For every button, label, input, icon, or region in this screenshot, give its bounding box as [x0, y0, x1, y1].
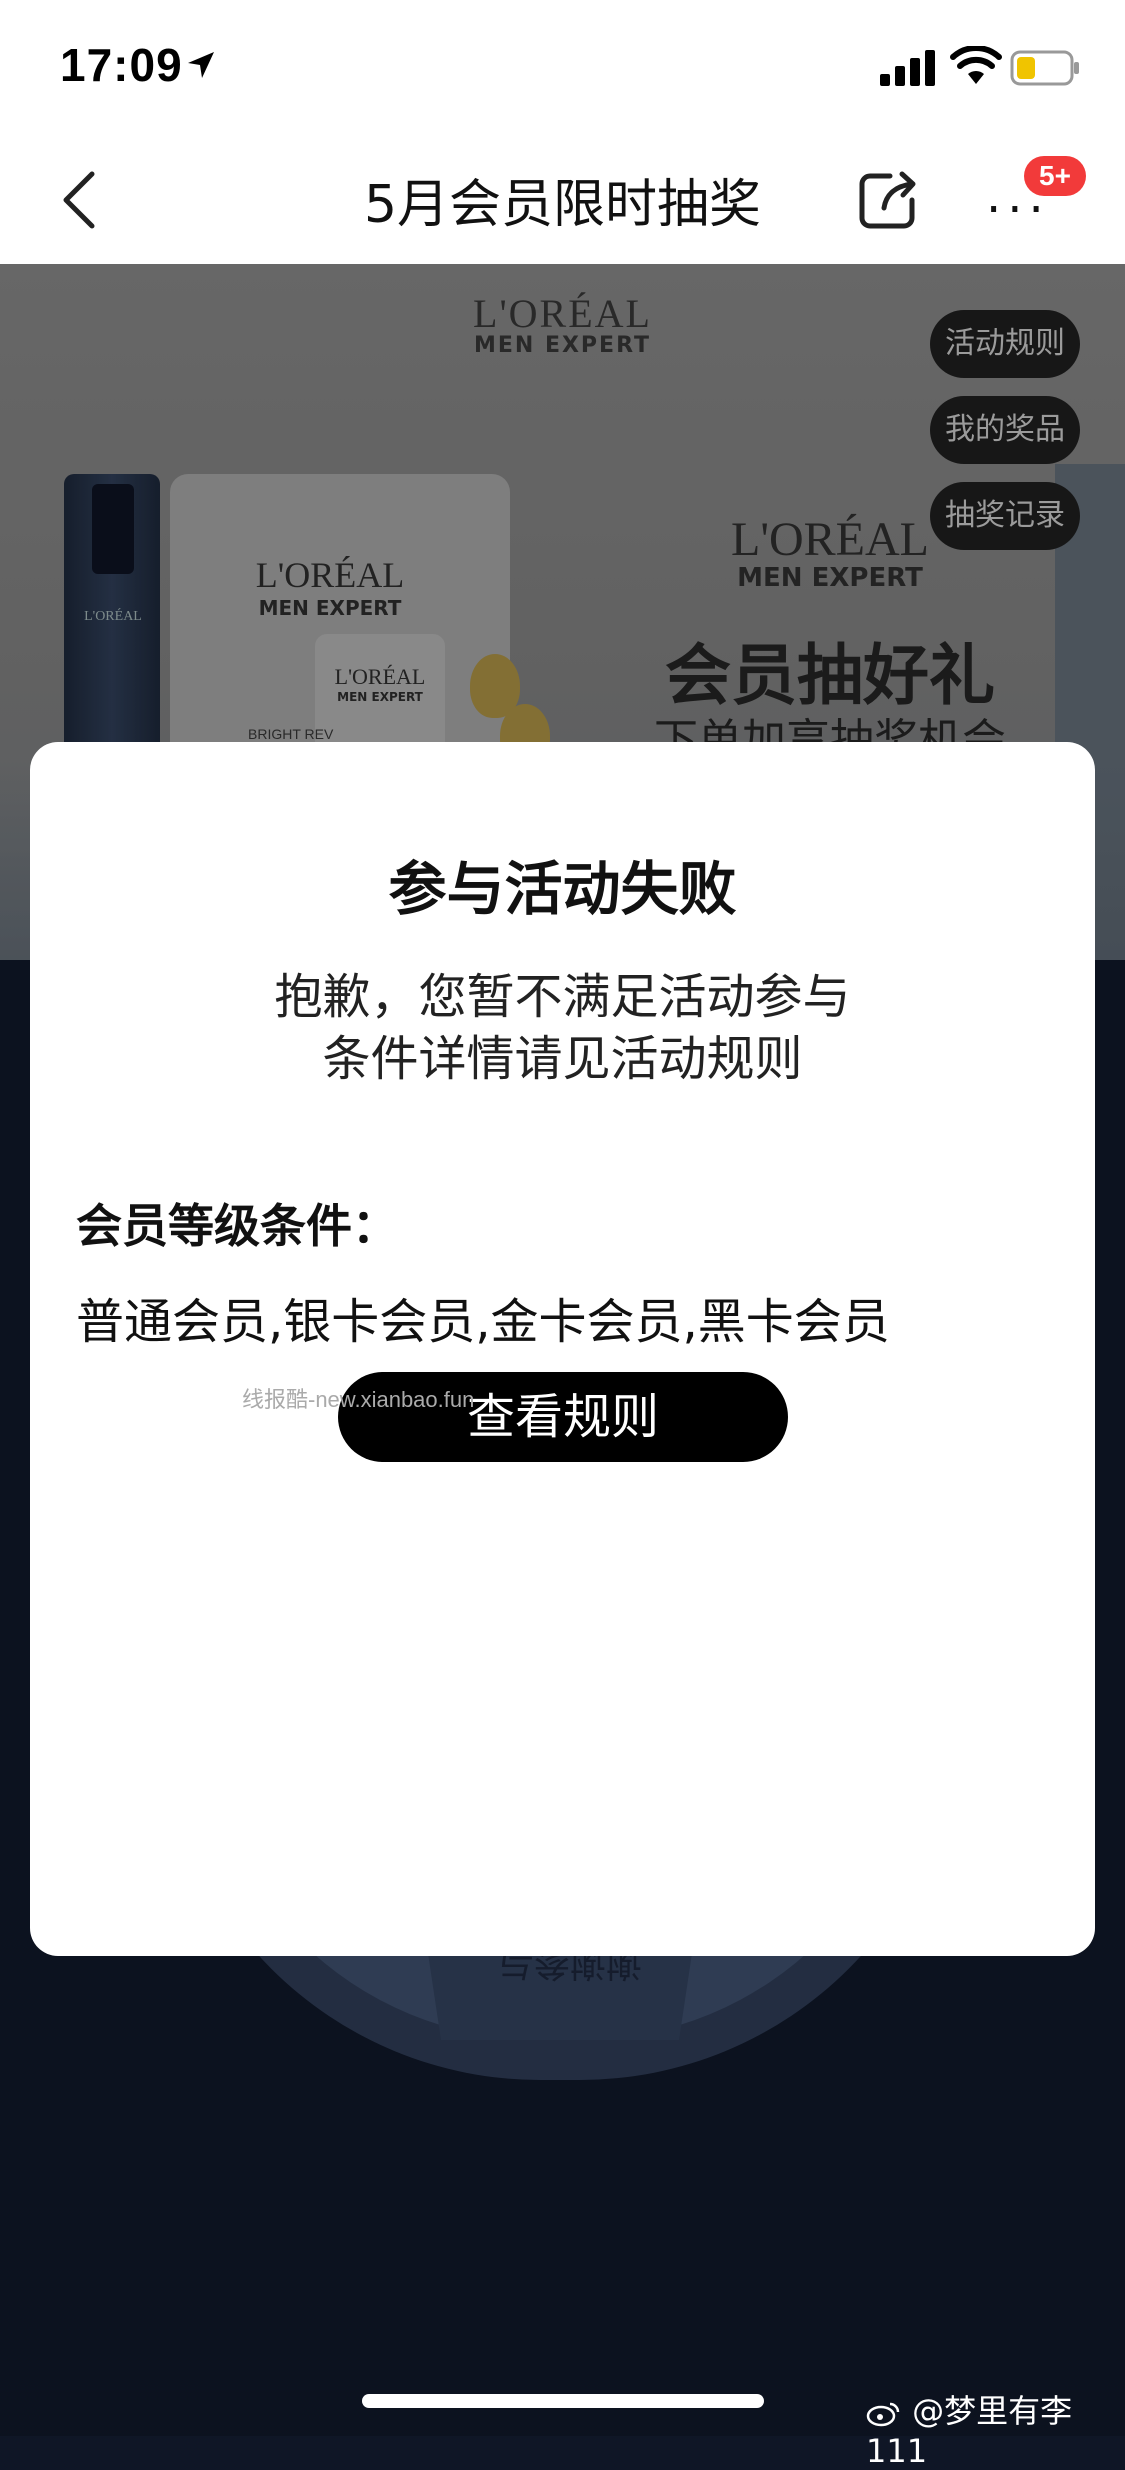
- nav-bar: 5月会员限时抽奖 ··· 5+: [0, 132, 1125, 264]
- dialog-message: 抱歉，您暂不满足活动参与 条件详情请见活动规则: [30, 966, 1095, 1090]
- status-time: 17:09: [60, 39, 183, 91]
- watermark-text: 线报酷-new.xianbao.fun: [242, 1387, 475, 1412]
- battery-icon: [1010, 50, 1079, 86]
- weibo-icon: [866, 2402, 900, 2427]
- status-bar: 17:09: [0, 0, 1125, 132]
- weibo-watermark: @梦里有李111: [866, 2386, 1125, 2470]
- condition-label: 会员等级条件：: [76, 1199, 398, 1253]
- more-menu-button[interactable]: ··· 5+: [986, 156, 1086, 242]
- cellular-signal-icon: [880, 50, 935, 86]
- page-title: 5月会员限时抽奖: [363, 175, 762, 235]
- dialog-message-line: 抱歉，您暂不满足活动参与: [274, 969, 851, 1025]
- dialog-message-line: 条件详情请见活动规则: [322, 1031, 803, 1087]
- more-dots-icon: ···: [986, 182, 1050, 238]
- condition-value: 普通会员,银卡会员,金卡会员,黑卡会员: [76, 1294, 890, 1350]
- home-indicator[interactable]: [362, 2394, 764, 2408]
- share-icon[interactable]: [856, 168, 920, 232]
- notification-badge: 5+: [1024, 156, 1086, 196]
- dialog-title: 参与活动失败: [388, 855, 737, 923]
- failure-dialog: 参与活动失败 抱歉，您暂不满足活动参与 条件详情请见活动规则 会员等级条件： 普…: [30, 742, 1095, 1956]
- wifi-icon: [950, 46, 1002, 84]
- location-arrow-icon: [188, 52, 214, 78]
